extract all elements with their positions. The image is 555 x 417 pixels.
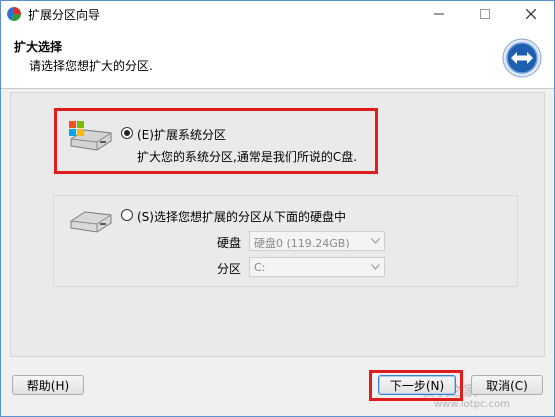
disk-select-value: 硬盘0 (119.24GB) [254,237,350,250]
extend-system-label[interactable]: (E)扩展系统分区 [137,126,226,143]
disk-select[interactable]: 硬盘0 (119.24GB) [249,231,385,251]
window-title: 扩展分区向导 [28,8,101,22]
header-title: 扩大选择 [14,40,63,54]
extend-system-description: 扩大您的系统分区,通常是我们所说的C盘. [137,150,358,164]
partition-select[interactable]: C: [249,257,385,277]
wizard-window: 扩展分区向导 扩大选择 请选择您想扩大的分区. (E)扩展系统分区 扩大您的系统… [0,0,555,417]
disk-label: 硬盘 [217,236,242,250]
next-button[interactable]: 下一步(N) [378,375,456,395]
choose-partition-radio[interactable] [121,209,133,221]
choose-partition-label[interactable]: (S)选择您想扩展的分区从下面的硬盘中 [137,208,346,225]
hard-drive-icon [70,211,112,233]
header-subtitle: 请选择您想扩大的分区. [29,59,153,73]
help-button[interactable]: 帮助(H) [12,375,84,395]
minimize-icon [434,13,444,15]
app-icon [7,7,21,21]
wizard-footer: 装机之家 www.lotpc.com 帮助(H) 下一步(N) 取消(C) [1,362,554,416]
cancel-button[interactable]: 取消(C) [471,375,543,395]
title-bar: 扩展分区向导 [1,1,554,27]
wizard-header: 扩大选择 请选择您想扩大的分区. [1,27,554,89]
resize-arrows-icon [502,38,542,78]
windows-drive-icon [69,121,112,151]
extend-system-radio[interactable] [121,127,133,139]
close-icon [526,9,536,19]
partition-label: 分区 [217,262,242,276]
chevron-down-icon [371,264,380,270]
chevron-down-icon [371,238,380,244]
wizard-content: (E)扩展系统分区 扩大您的系统分区,通常是我们所说的C盘. (S)选择您想扩展… [1,89,554,362]
partition-select-value: C: [254,261,266,274]
close-button[interactable] [508,1,554,27]
minimize-button[interactable] [416,1,462,27]
maximize-button[interactable] [462,1,508,27]
maximize-icon [480,9,490,19]
watermark-url: www.lotpc.com [434,399,510,410]
